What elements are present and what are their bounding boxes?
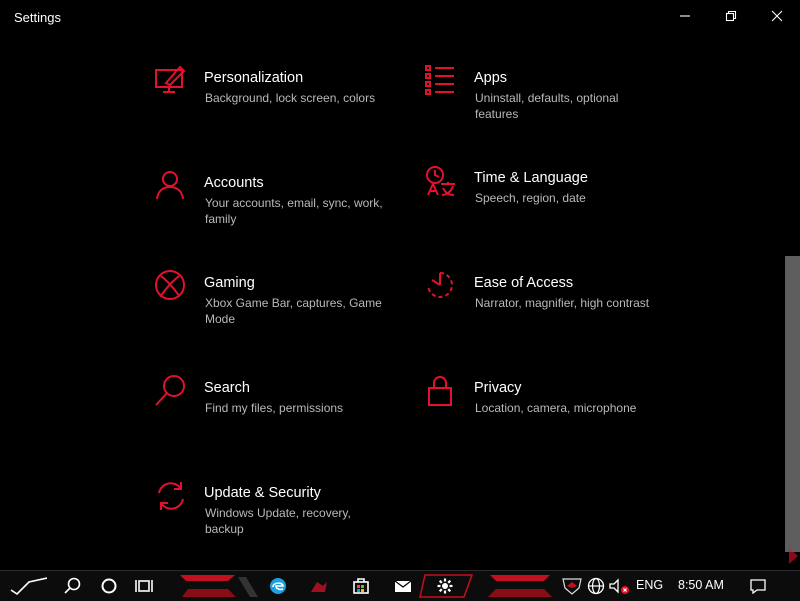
restore-icon xyxy=(725,10,737,22)
notifications-icon xyxy=(750,579,766,594)
task-view-icon xyxy=(135,580,153,592)
tile-title: Personalization xyxy=(204,70,304,86)
tile-description: Background, lock screen, colors xyxy=(205,91,376,105)
armoury-icon xyxy=(311,582,327,592)
time-language-icon xyxy=(424,164,458,198)
start-icon xyxy=(10,577,47,596)
tile-update-security[interactable]: Update & Security Windows Update, recove… xyxy=(154,479,404,559)
tile-gaming[interactable]: Gaming Xbox Game Bar, captures, Game Mod… xyxy=(154,269,404,349)
store-icon xyxy=(353,578,369,594)
taskbar: ENG 8:50 AM xyxy=(0,570,800,601)
volume-button[interactable] xyxy=(607,571,631,601)
tile-title: Time & Language xyxy=(474,170,588,186)
clock[interactable]: 8:50 AM xyxy=(678,578,724,592)
mail-button[interactable] xyxy=(389,571,417,601)
search-icon xyxy=(64,577,81,594)
edge-icon xyxy=(270,578,286,594)
cortana-icon xyxy=(101,578,117,594)
mail-icon xyxy=(394,580,412,592)
close-icon xyxy=(771,10,783,22)
input-language-indicator[interactable]: ENG xyxy=(636,578,663,592)
accounts-icon xyxy=(154,169,188,203)
tile-description: Speech, region, date xyxy=(475,191,586,205)
cortana-button[interactable] xyxy=(95,571,123,601)
rog-tray-button[interactable] xyxy=(558,571,586,601)
tile-description: Find my files, permissions xyxy=(205,401,344,415)
tile-time-language[interactable]: Time & Language Speech, region, date xyxy=(424,164,674,244)
volume-icon xyxy=(609,578,629,594)
tile-search[interactable]: Search Find my files, permissions xyxy=(154,374,404,454)
tile-description: Narrator, magnifier, high contrast xyxy=(475,296,650,310)
restore-button[interactable] xyxy=(708,0,754,32)
tile-title: Accounts xyxy=(204,175,264,191)
tile-personalization[interactable]: Personalization Background, lock screen,… xyxy=(154,64,404,144)
store-button[interactable] xyxy=(347,571,375,601)
minimize-icon xyxy=(680,15,690,17)
tile-ease-of-access[interactable]: Ease of Access Narrator, magnifier, high… xyxy=(424,269,674,349)
ease-of-access-icon xyxy=(424,269,458,303)
tile-title: Privacy xyxy=(474,380,522,396)
scrollbar[interactable] xyxy=(785,34,800,572)
tile-description: Windows Update, recovery, backup xyxy=(205,506,351,536)
edge-button[interactable] xyxy=(264,571,292,601)
taskbar-decoration xyxy=(180,574,552,598)
title-bar: Settings xyxy=(0,0,800,34)
tile-title: Search xyxy=(204,380,250,396)
settings-taskbar-button[interactable] xyxy=(430,571,460,601)
personalization-icon xyxy=(154,64,188,98)
settings-icon xyxy=(437,578,453,594)
tile-accounts[interactable]: Accounts Your accounts, email, sync, wor… xyxy=(154,169,404,249)
tile-title: Ease of Access xyxy=(474,275,574,291)
start-button[interactable] xyxy=(4,571,50,601)
tile-title: Update & Security xyxy=(204,485,321,501)
xbox-icon xyxy=(154,269,188,303)
network-icon xyxy=(587,577,605,595)
tile-description: Location, camera, microphone xyxy=(475,401,637,415)
tile-title: Gaming xyxy=(204,275,255,291)
armoury-button[interactable] xyxy=(305,571,333,601)
lock-icon xyxy=(424,374,458,408)
tile-description: Uninstall, defaults, optional features xyxy=(475,91,619,121)
minimize-button[interactable] xyxy=(662,0,708,32)
task-view-button[interactable] xyxy=(130,571,158,601)
network-button[interactable] xyxy=(585,571,607,601)
scroll-down-arrow-icon[interactable] xyxy=(787,544,800,568)
window-title: Settings xyxy=(14,10,61,25)
tile-description: Your accounts, email, sync, work, family xyxy=(205,196,383,226)
notifications-button[interactable] xyxy=(745,571,771,601)
apps-icon xyxy=(424,64,458,98)
tile-privacy[interactable]: Privacy Location, camera, microphone xyxy=(424,374,674,454)
tile-title: Apps xyxy=(474,70,508,86)
tile-apps[interactable]: Apps Uninstall, defaults, optional featu… xyxy=(424,64,674,144)
sync-icon xyxy=(154,479,188,513)
tile-description: Xbox Game Bar, captures, Game Mode xyxy=(205,296,382,326)
close-button[interactable] xyxy=(754,0,800,32)
search-icon xyxy=(154,374,188,408)
rog-icon xyxy=(562,578,582,595)
scrollbar-thumb[interactable] xyxy=(785,256,800,552)
taskbar-search-button[interactable] xyxy=(58,571,86,601)
